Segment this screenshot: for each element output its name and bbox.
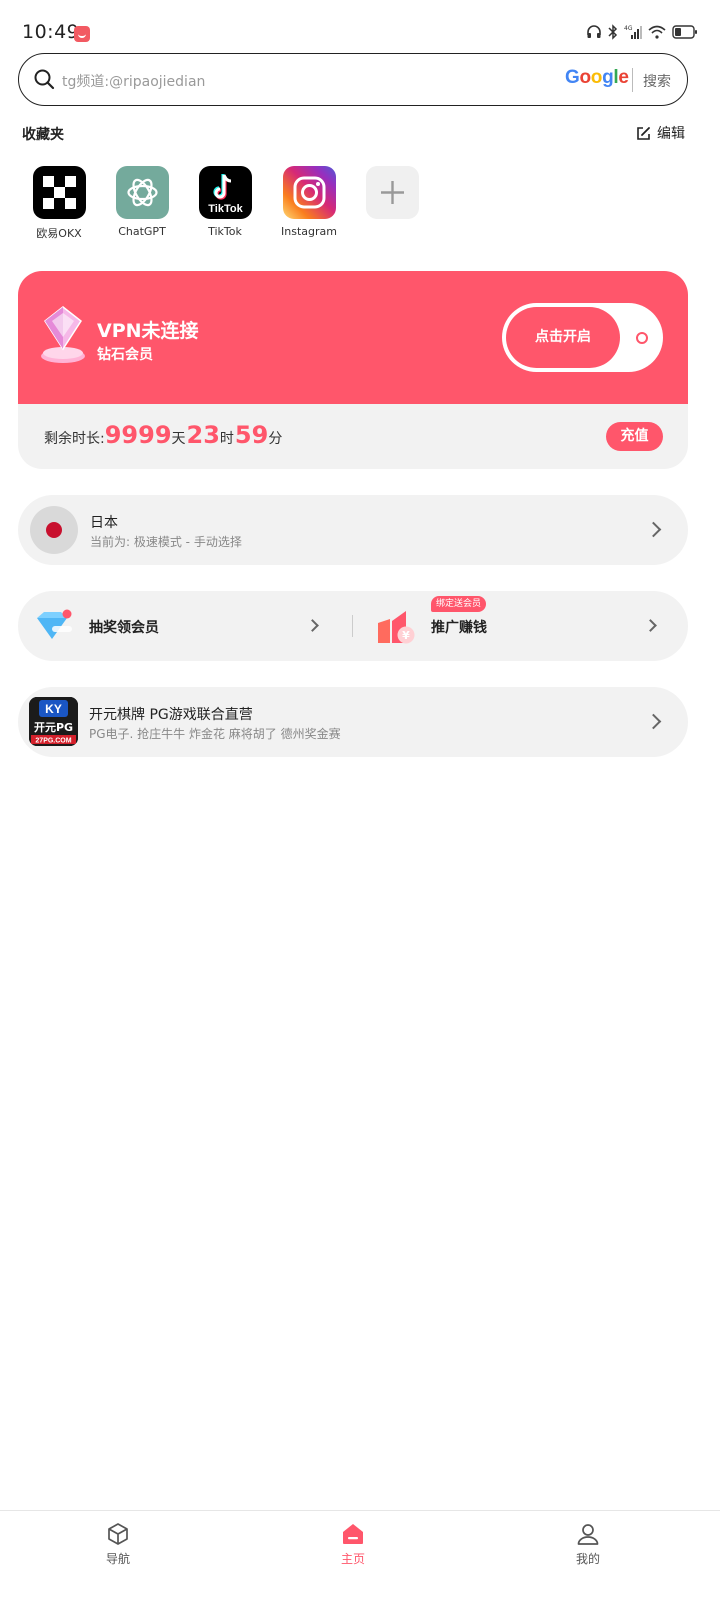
node-mode: 当前为: 极速模式 - 手动选择 [90, 535, 242, 549]
toggle-off-indicator [636, 332, 648, 344]
signal-icon: 4G [624, 25, 642, 39]
logo-text-url: 27PG.COM [35, 738, 71, 745]
wifi-icon [648, 25, 666, 39]
nav-tab-home[interactable]: 主页 [313, 1522, 393, 1567]
nav-tab-navigation[interactable]: 导航 [78, 1522, 158, 1567]
remaining-time-panel: 剩余时长: 9999 天 23 时 59 分 充值 [18, 404, 688, 469]
google-logo: Google [565, 67, 629, 88]
svg-text:¥: ¥ [402, 629, 410, 642]
home-icon [343, 1524, 363, 1544]
diamond-badge-icon [41, 306, 85, 363]
search-input[interactable]: tg频道:@ripaojiedian [62, 71, 205, 91]
edit-label: 编辑 [657, 126, 685, 142]
bluetooth-icon [608, 24, 618, 40]
battery-icon [672, 25, 697, 39]
edit-button[interactable]: 编辑 [636, 123, 685, 143]
referral-earn-link[interactable]: 推广赚钱 [431, 617, 487, 637]
headphones-icon [587, 25, 601, 38]
favorite-item-chatgpt[interactable]: ChatGPT [100, 166, 184, 238]
chevron-right-icon [645, 713, 662, 730]
favorite-item-tiktok[interactable]: TikTok TikTok [183, 166, 267, 238]
nav-label: 导航 [105, 1552, 130, 1566]
lottery-membership-link[interactable]: 抽奖领会员 [89, 617, 159, 637]
remaining-time: 剩余时长: 9999 天 23 时 59 分 [44, 421, 283, 449]
vpn-status-text: VPN未连接 [97, 320, 199, 342]
logo-text-ky: KY [45, 702, 62, 716]
vpn-connect-toggle[interactable]: 点击开启 [502, 303, 663, 372]
favorite-label: Instagram [281, 225, 337, 238]
okx-icon [32, 166, 86, 219]
recharge-button[interactable]: 充值 [606, 422, 663, 451]
status-icons: 4G [586, 24, 698, 40]
search-divider [632, 68, 633, 92]
favorite-label: 欧易OKX [36, 227, 82, 240]
svg-text:4G: 4G [624, 25, 633, 32]
chatgpt-icon [115, 166, 169, 219]
svg-text:TikTok: TikTok [208, 203, 243, 215]
bottom-navigation: 导航 主页 我的 [0, 1510, 720, 1600]
referral-money-icon: ¥ [378, 611, 415, 644]
days-unit: 天 [171, 431, 186, 447]
membership-level: 钻石会员 [97, 347, 153, 363]
node-selector[interactable]: 日本 当前为: 极速模式 - 手动选择 [18, 495, 688, 565]
search-icon [34, 69, 55, 90]
ad-title: 开元棋牌 PG游戏联合直营 [89, 707, 253, 723]
add-icon [365, 166, 419, 219]
vpn-status-panel: VPN未连接 钻石会员 点击开启 [18, 271, 688, 404]
remaining-minutes: 59 [234, 421, 269, 449]
search-bar[interactable]: tg频道:@ripaojiedian Google 搜索 [18, 53, 688, 106]
vpn-card: VPN未连接 钻石会员 点击开启 剩余时长: 9999 天 23 时 59 分 … [18, 271, 688, 469]
favorite-item-instagram[interactable]: Instagram [267, 166, 351, 238]
promo-row: 抽奖领会员 ¥ 绑定送会员 推广赚钱 [18, 591, 688, 661]
remaining-hours: 23 [186, 421, 220, 449]
search-button[interactable]: 搜索 [643, 71, 671, 91]
node-name: 日本 [90, 515, 118, 531]
connect-button[interactable]: 点击开启 [506, 307, 620, 368]
edit-icon [637, 126, 650, 140]
nav-label: 我的 [575, 1552, 600, 1566]
nav-tab-profile[interactable]: 我的 [548, 1522, 628, 1567]
lottery-diamond-icon [37, 609, 72, 639]
user-icon [577, 1524, 599, 1545]
instagram-icon [282, 166, 336, 219]
favorite-label: ChatGPT [118, 225, 166, 238]
japan-flag-icon [30, 506, 78, 554]
status-bar: 10:49 4G [0, 0, 720, 46]
nav-label: 主页 [340, 1552, 365, 1566]
add-favorite-button[interactable] [350, 166, 434, 225]
chevron-right-icon [644, 619, 657, 632]
favorites-list: 欧易OKX ChatGPT TikTok TikTok Instagram [0, 166, 720, 246]
chevron-right-icon [645, 521, 662, 538]
favorite-item-okx[interactable]: 欧易OKX [17, 166, 101, 241]
ad-subtitle: PG电子. 抢庄牛牛 炸金花 麻将胡了 德州奖金赛 [89, 727, 341, 741]
referral-tag-badge: 绑定送会员 [431, 596, 487, 612]
favorite-label: TikTok [208, 225, 242, 238]
ad-banner[interactable]: KY 开元PG 27PG.COM 开元棋牌 PG游戏联合直营 PG电子. 抢庄牛… [18, 687, 688, 757]
notification-app-icon [74, 26, 90, 42]
tiktok-icon: TikTok [198, 166, 252, 219]
favorites-title: 收藏夹 [22, 127, 64, 143]
remaining-label: 剩余时长: [44, 431, 105, 447]
minutes-unit: 分 [268, 431, 283, 447]
chevron-right-icon [306, 619, 319, 632]
remaining-days: 9999 [104, 421, 172, 449]
kaiyuan-pg-logo: KY 开元PG 27PG.COM [29, 697, 78, 746]
hours-unit: 时 [219, 431, 234, 447]
status-time: 10:49 [22, 21, 80, 43]
promo-divider [352, 615, 353, 637]
cube-icon [108, 1523, 128, 1545]
logo-text-pg: 开元PG [34, 721, 73, 734]
